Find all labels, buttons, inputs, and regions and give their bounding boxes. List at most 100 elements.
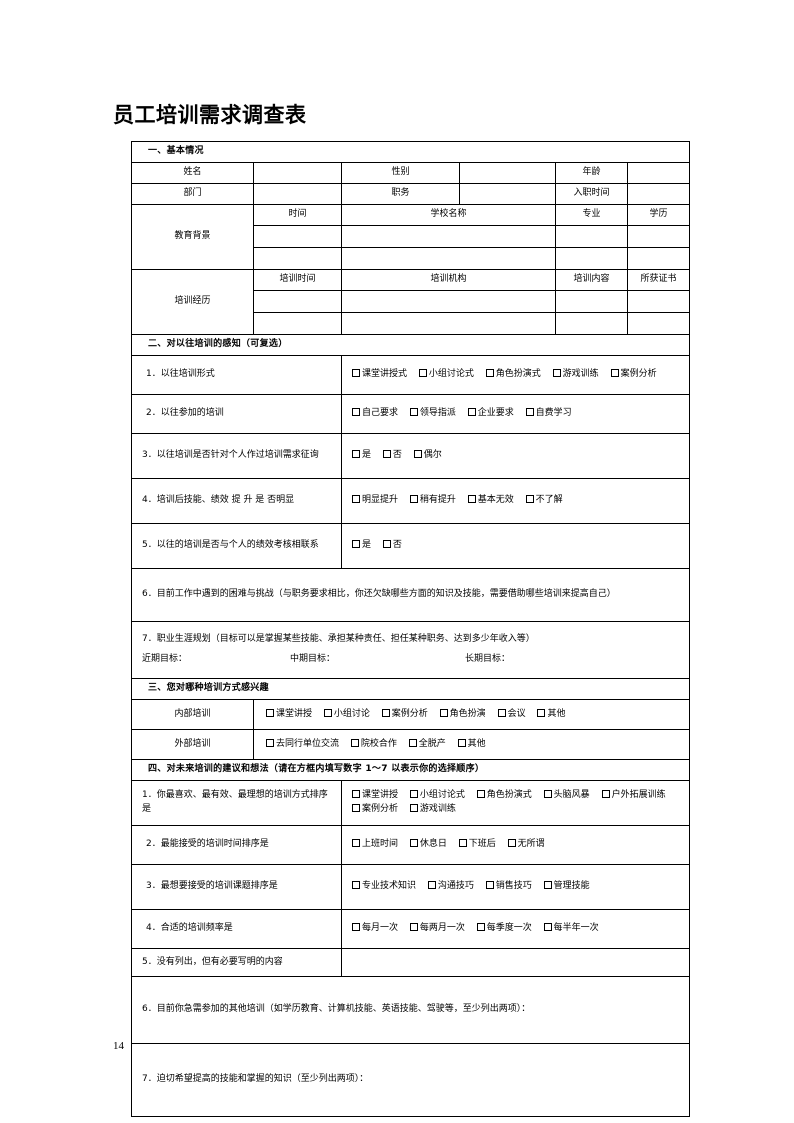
checkbox-option[interactable]: 院校合作 [350,738,397,752]
checkbox-icon[interactable] [352,839,360,848]
checkbox-icon[interactable] [352,804,360,812]
education-cell-major[interactable] [555,247,628,270]
training-cell-content[interactable] [555,290,628,313]
checkbox-option[interactable]: 销售技巧 [485,880,532,894]
checkbox-option[interactable]: 角色扮演式 [485,368,541,382]
checkbox-option[interactable]: 案例分析 [381,708,428,722]
checkbox-icon[interactable] [266,708,274,717]
checkbox-option[interactable]: 去同行单位交流 [266,738,339,752]
checkbox-icon[interactable] [552,369,561,378]
checkbox-icon[interactable] [601,790,610,799]
answer-s4-q5-field[interactable] [340,948,691,977]
field-entry-date[interactable] [626,183,691,205]
education-cell-degree[interactable] [626,247,691,270]
checkbox-icon[interactable] [543,923,552,932]
training-cell-certificate[interactable] [626,290,691,313]
checkbox-option[interactable]: 课堂讲授 [266,708,312,722]
checkbox-option[interactable]: 每季度一次 [476,922,532,936]
checkbox-option[interactable]: 游戏训练 [552,368,599,382]
checkbox-icon[interactable] [543,790,552,799]
training-cell-time[interactable] [253,312,342,335]
education-cell-degree[interactable] [626,225,691,248]
checkbox-option[interactable]: 全脱产 [408,738,446,752]
field-age[interactable] [626,162,691,184]
field-name[interactable] [253,162,342,184]
checkbox-option[interactable]: 会议 [497,708,526,722]
checkbox-option[interactable]: 每两月一次 [409,922,465,936]
checkbox-icon[interactable] [458,839,467,848]
checkbox-icon[interactable] [266,738,274,747]
checkbox-option[interactable]: 不了解 [525,494,563,508]
training-cell-institution[interactable] [341,312,556,335]
checkbox-icon[interactable] [467,495,476,504]
checkbox-option[interactable]: 小组讨论式 [409,789,465,803]
checkbox-option[interactable]: 户外拓展训练 [601,789,666,803]
checkbox-icon[interactable] [409,495,418,504]
checkbox-icon[interactable] [476,790,485,799]
question-s2-q6[interactable]: 6．目前工作中遇到的困难与挑战（与职务要求相比，你还欠缺哪些方面的知识及技能，需… [130,568,691,622]
checkbox-option[interactable]: 其他 [457,738,486,752]
checkbox-icon[interactable] [352,369,360,378]
checkbox-option[interactable]: 沟通技巧 [427,880,474,894]
checkbox-option[interactable]: 其他 [537,708,565,722]
checkbox-option[interactable]: 角色扮演 [439,708,486,722]
checkbox-icon[interactable] [457,738,466,747]
checkbox-option[interactable]: 偶尔 [413,449,442,463]
education-cell-time[interactable] [253,247,342,270]
checkbox-icon[interactable] [418,369,427,378]
checkbox-icon[interactable] [409,923,418,932]
checkbox-icon[interactable] [352,495,360,504]
education-cell-school[interactable] [341,225,556,248]
checkbox-icon[interactable] [350,738,359,747]
question-s4-q6[interactable]: 6．目前你急需参加的其他培训（如学历教育、计算机技能、英语技能、驾驶等，至少列出… [130,976,691,1044]
checkbox-icon[interactable] [485,881,494,890]
checkbox-option[interactable]: 领导指派 [409,407,456,421]
checkbox-option[interactable]: 管理技能 [543,880,590,894]
checkbox-icon[interactable] [467,408,476,417]
training-cell-certificate[interactable] [626,312,691,335]
checkbox-option[interactable]: 自己要求 [352,407,398,421]
checkbox-icon[interactable] [352,540,360,549]
checkbox-option[interactable]: 每半年一次 [543,922,599,936]
training-cell-content[interactable] [555,312,628,335]
checkbox-icon[interactable] [497,708,506,717]
checkbox-icon[interactable] [485,369,494,378]
checkbox-icon[interactable] [352,450,360,459]
training-cell-time[interactable] [253,290,342,313]
checkbox-option[interactable]: 否 [382,539,402,553]
checkbox-option[interactable]: 头脑风暴 [543,789,590,803]
training-cell-institution[interactable] [341,290,556,313]
checkbox-option[interactable]: 企业要求 [467,407,514,421]
checkbox-icon[interactable] [352,923,360,932]
field-position[interactable] [459,183,556,205]
checkbox-option[interactable]: 小组讨论 [323,708,370,722]
field-gender[interactable] [459,162,556,184]
checkbox-option[interactable]: 是 [352,449,371,463]
checkbox-option[interactable]: 是 [352,539,371,553]
checkbox-option[interactable]: 案例分析 [352,803,398,817]
checkbox-option[interactable]: 小组讨论式 [418,368,474,382]
checkbox-icon[interactable] [525,495,534,504]
checkbox-icon[interactable] [409,839,418,848]
checkbox-icon[interactable] [352,881,360,890]
checkbox-icon[interactable] [525,408,534,417]
checkbox-icon[interactable] [610,369,619,378]
checkbox-icon[interactable] [409,408,418,417]
checkbox-option[interactable]: 游戏训练 [409,803,456,817]
question-s4-q7[interactable]: 7．迫切希望提高的技能和掌握的知识（至少列出两项）： [130,1043,691,1117]
checkbox-option[interactable]: 明显提升 [352,494,398,508]
checkbox-option[interactable]: 专业技术知识 [352,880,416,894]
checkbox-icon[interactable] [408,738,417,747]
checkbox-option[interactable]: 课堂讲授式 [352,368,407,382]
education-cell-major[interactable] [555,225,628,248]
checkbox-icon[interactable] [409,790,418,799]
checkbox-icon[interactable] [427,881,436,890]
checkbox-icon[interactable] [381,708,390,717]
education-cell-school[interactable] [341,247,556,270]
checkbox-option[interactable]: 每月一次 [352,922,398,936]
question-s2-q7[interactable]: 7．职业生涯规划（目标可以是掌握某些技能、承担某种责任、担任某种职务、达到多少年… [130,621,691,679]
checkbox-option[interactable]: 角色扮演式 [476,789,532,803]
checkbox-option[interactable]: 自费学习 [525,407,572,421]
checkbox-icon[interactable] [323,708,332,717]
checkbox-icon[interactable] [413,450,422,459]
